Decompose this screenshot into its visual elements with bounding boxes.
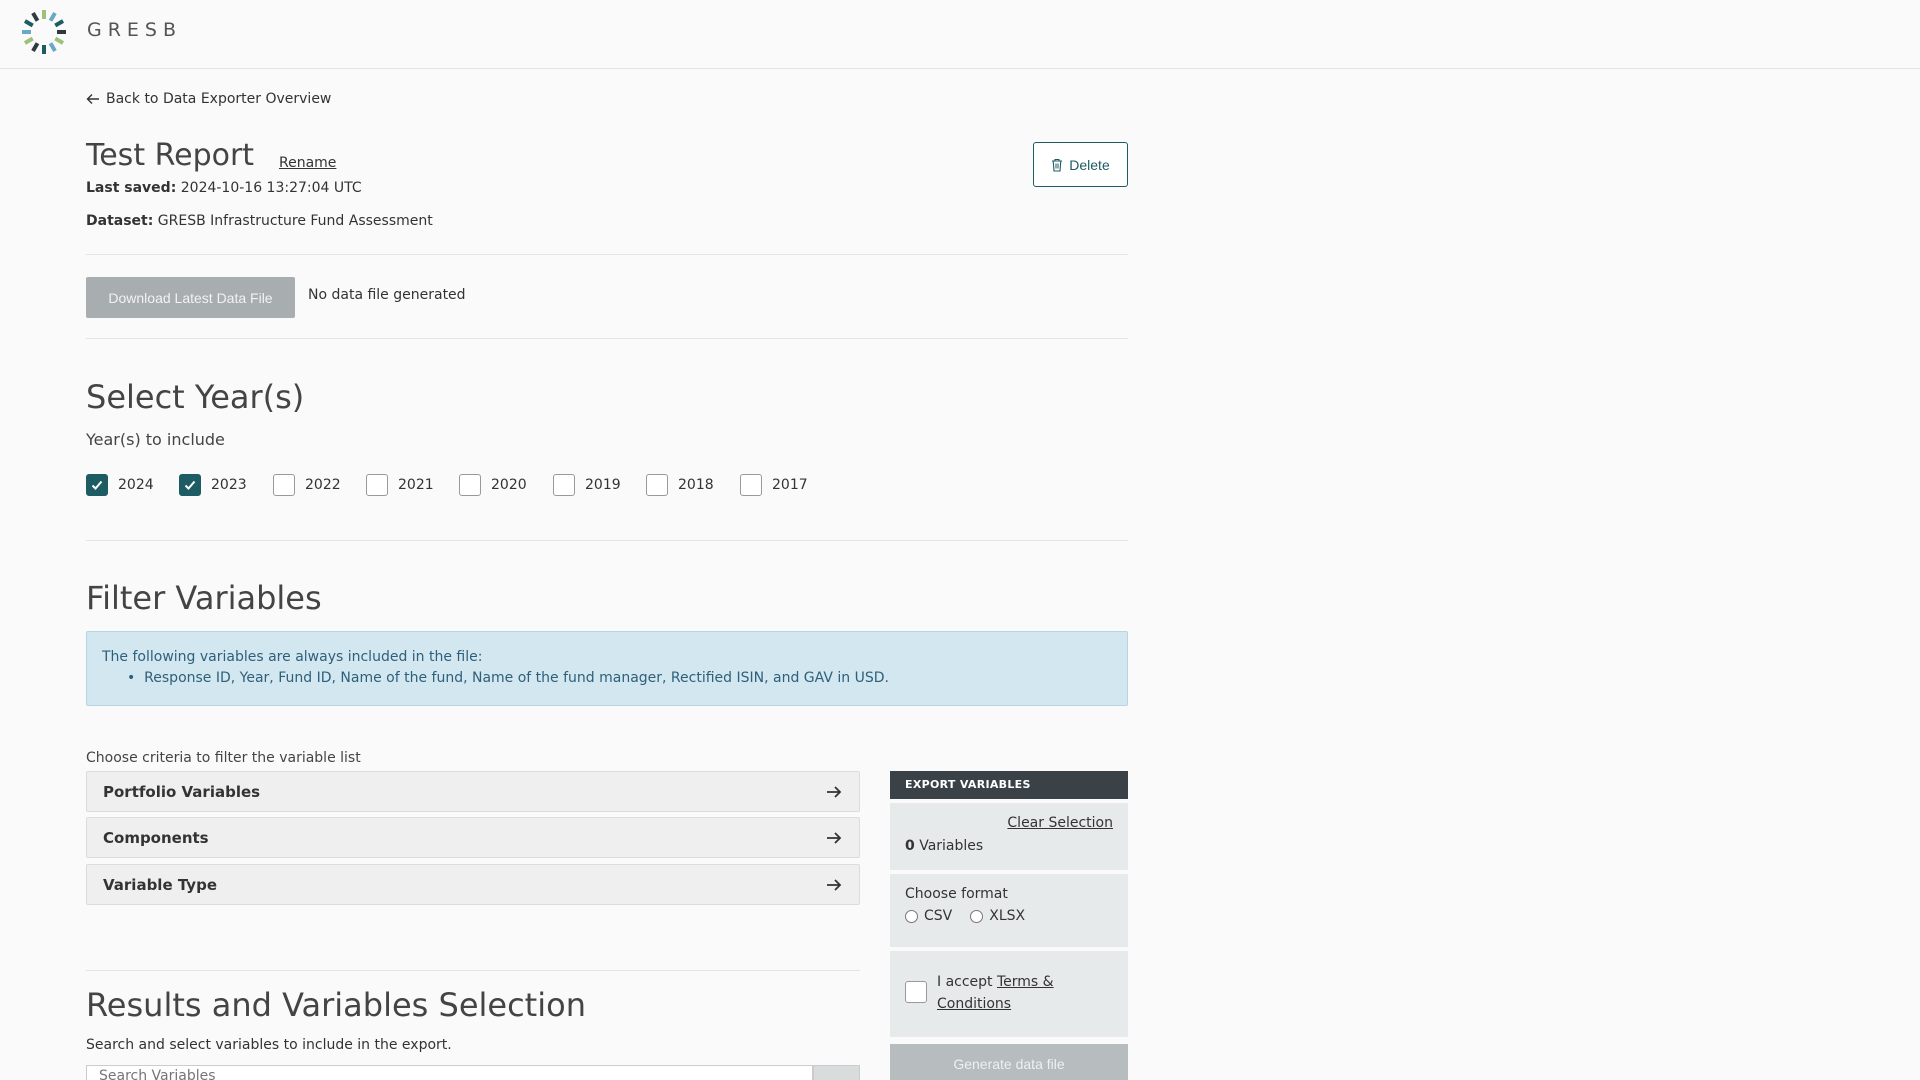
info-intro: The following variables are always inclu… (102, 649, 483, 665)
years-subtitle: Year(s) to include (86, 430, 225, 449)
results-title: Results and Variables Selection (86, 986, 586, 1024)
clear-selection-link[interactable]: Clear Selection (1007, 815, 1113, 831)
dataset-value: GRESB Infrastructure Fund Assessment (157, 213, 433, 229)
year-label: 2022 (305, 477, 341, 493)
year-option-2018[interactable]: 2018 (646, 474, 714, 496)
delete-button[interactable]: Delete (1033, 142, 1128, 187)
divider (86, 254, 1128, 255)
dataset-label: Dataset: (86, 213, 154, 229)
checkmark-icon (184, 480, 196, 490)
format-radio-group: CSV XLSX (905, 908, 1025, 924)
data-file-status: No data file generated (308, 287, 466, 303)
top-navigation-bar: GRESB (0, 0, 1920, 69)
variable-count-suffix: Variables (919, 838, 984, 854)
export-panel-header: EXPORT VARIABLES (890, 771, 1128, 799)
gresb-logo-icon[interactable] (20, 8, 68, 56)
brand-name: GRESB (87, 19, 183, 41)
year-checkbox-2019[interactable] (553, 474, 575, 496)
selection-summary-card: Clear Selection 0 Variables (890, 803, 1128, 874)
bullet: • (127, 670, 145, 686)
arrow-right-icon (827, 785, 842, 798)
results-description: Search and select variables to include i… (86, 1037, 452, 1053)
year-label: 2021 (398, 477, 434, 493)
generate-data-file-button[interactable]: Generate data file (890, 1044, 1128, 1080)
year-checkbox-2017[interactable] (740, 474, 762, 496)
last-saved-value: 2024-10-16 13:27:04 UTC (180, 180, 362, 196)
format-label-csv: CSV (924, 908, 953, 924)
accordion-portfolio-variables[interactable]: Portfolio Variables (86, 771, 860, 812)
arrow-right-icon (827, 878, 842, 891)
year-option-2023[interactable]: 2023 (179, 474, 247, 496)
criteria-label: Choose criteria to filter the variable l… (86, 750, 361, 766)
year-label: 2019 (585, 477, 621, 493)
format-radio-xlsx[interactable] (970, 909, 984, 923)
divider (86, 540, 1128, 541)
accept-terms-checkbox[interactable] (905, 981, 927, 1003)
accordion-variable-type[interactable]: Variable Type (86, 864, 860, 905)
last-saved-line: Last saved: 2024-10-16 13:27:04 UTC (86, 180, 362, 196)
info-list-item: • Response ID, Year, Fund ID, Name of th… (127, 670, 889, 686)
accordion-components[interactable]: Components (86, 817, 860, 858)
back-link-label: Back to Data Exporter Overview (106, 91, 332, 107)
accept-terms-text: I accept Terms & Conditions (937, 971, 1087, 1015)
back-to-overview-link[interactable]: Back to Data Exporter Overview (86, 91, 331, 107)
download-latest-data-file-button[interactable]: Download Latest Data File (86, 277, 295, 318)
accordion-label: Components (103, 828, 209, 847)
year-label: 2020 (491, 477, 527, 493)
year-checkbox-2021[interactable] (366, 474, 388, 496)
checkmark-icon (91, 480, 103, 490)
divider (86, 338, 1128, 339)
year-option-2017[interactable]: 2017 (740, 474, 808, 496)
format-radio-csv[interactable] (905, 909, 918, 923)
variable-count: 0 Variables (905, 838, 983, 854)
year-checkbox-2024[interactable] (86, 474, 108, 496)
filter-variables-title: Filter Variables (86, 579, 322, 617)
choose-format-label: Choose format (905, 886, 1008, 902)
search-button[interactable] (813, 1065, 860, 1080)
search-variables-input[interactable] (86, 1065, 813, 1080)
terms-card: I accept Terms & Conditions (890, 951, 1128, 1041)
format-label-xlsx: XLSX (989, 908, 1026, 924)
accept-prefix: I accept (937, 974, 993, 990)
arrow-right-icon (827, 831, 842, 844)
year-checkbox-2022[interactable] (273, 474, 295, 496)
year-checkbox-2020[interactable] (459, 474, 481, 496)
year-label: 2023 (211, 477, 247, 493)
rename-link[interactable]: Rename (279, 155, 336, 171)
accordion-label: Variable Type (103, 875, 217, 894)
year-checkbox-2018[interactable] (646, 474, 668, 496)
accordion-label: Portfolio Variables (103, 782, 261, 801)
export-variables-panel: EXPORT VARIABLES Clear Selection 0 Varia… (890, 771, 1128, 1041)
info-item-text: Response ID, Year, Fund ID, Name of the … (144, 670, 889, 686)
year-label: 2018 (678, 477, 714, 493)
year-option-2024[interactable]: 2024 (86, 474, 154, 496)
select-years-title: Select Year(s) (86, 378, 305, 416)
trash-icon (1052, 158, 1063, 172)
last-saved-label: Last saved: (86, 180, 177, 196)
year-label: 2017 (772, 477, 808, 493)
delete-button-label: Delete (1069, 156, 1110, 173)
always-included-info-box: The following variables are always inclu… (86, 631, 1128, 706)
year-option-2019[interactable]: 2019 (553, 474, 621, 496)
report-title: Test Report (86, 138, 255, 173)
format-card: Choose format CSV XLSX (890, 874, 1128, 951)
year-checkbox-2023[interactable] (179, 474, 201, 496)
variable-count-value: 0 (905, 838, 915, 854)
year-label: 2024 (118, 477, 154, 493)
year-option-2020[interactable]: 2020 (459, 474, 527, 496)
divider (86, 970, 860, 971)
year-option-2021[interactable]: 2021 (366, 474, 434, 496)
dataset-line: Dataset: GRESB Infrastructure Fund Asses… (86, 213, 433, 229)
year-option-2022[interactable]: 2022 (273, 474, 341, 496)
arrow-left-icon (86, 94, 99, 104)
